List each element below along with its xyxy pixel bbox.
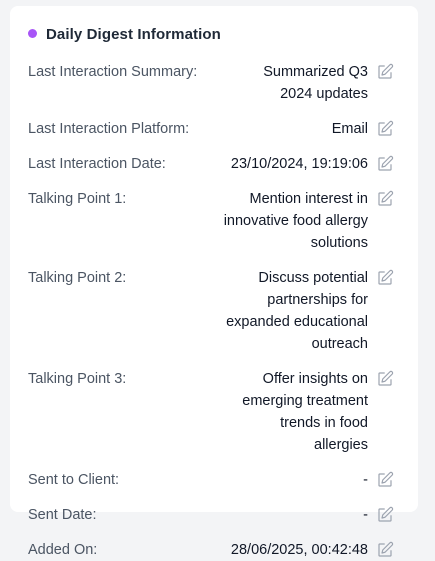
field-row-talking-point-2: Talking Point 2: Discuss potential partn… xyxy=(28,267,400,355)
status-dot xyxy=(28,28,37,38)
field-value: Mention interest in innovative food alle… xyxy=(223,191,368,251)
field-row-last-interaction-platform: Last Interaction Platform: Email xyxy=(28,118,400,140)
edit-icon[interactable] xyxy=(376,541,394,559)
field-label: Talking Point 2: xyxy=(28,270,127,286)
card-title: Daily Digest Information xyxy=(46,25,221,43)
field-value: - xyxy=(363,507,368,523)
card-header: Daily Digest Information xyxy=(28,24,400,44)
field-row-talking-point-3: Talking Point 3: Offer insights on emerg… xyxy=(28,368,400,456)
field-label: Last Interaction Platform: xyxy=(28,121,190,137)
field-label: Last Interaction Summary: xyxy=(28,64,198,80)
field-value: 28/06/2025, 00:42:48 xyxy=(230,542,368,558)
daily-digest-card: Daily Digest Information Last Interactio… xyxy=(10,6,418,558)
edit-icon[interactable] xyxy=(376,269,394,287)
field-row-added-on: Added On: 28/06/2025, 00:42:48 xyxy=(28,539,400,561)
edit-icon[interactable] xyxy=(376,155,394,173)
edit-icon[interactable] xyxy=(376,471,394,489)
field-value: - xyxy=(363,472,368,488)
field-list: Last Interaction Summary: Summarized Q3 … xyxy=(28,61,400,561)
field-label: Sent to Client: xyxy=(28,472,120,488)
edit-icon[interactable] xyxy=(376,120,394,138)
field-value: Offer insights on emerging treatment tre… xyxy=(242,371,368,453)
edit-icon[interactable] xyxy=(376,63,394,81)
edit-icon[interactable] xyxy=(376,190,394,208)
field-value: Discuss potential partnerships for expan… xyxy=(226,270,368,352)
field-label: Talking Point 3: xyxy=(28,371,127,387)
field-label: Talking Point 1: xyxy=(28,191,127,207)
field-label: Sent Date: xyxy=(28,507,97,523)
field-value: 23/10/2024, 19:19:06 xyxy=(230,156,368,172)
edit-icon[interactable] xyxy=(376,506,394,524)
field-row-sent-to-client: Sent to Client: - xyxy=(28,469,400,491)
field-value: Summarized Q3 2024 updates xyxy=(263,64,368,102)
field-row-last-interaction-date: Last Interaction Date: 23/10/2024, 19:19… xyxy=(28,153,400,175)
field-label: Last Interaction Date: xyxy=(28,156,166,172)
edit-icon[interactable] xyxy=(376,370,394,388)
field-row-talking-point-1: Talking Point 1: Mention interest in inn… xyxy=(28,188,400,254)
field-value: Email xyxy=(331,121,368,137)
field-label: Added On: xyxy=(28,542,98,558)
field-row-last-interaction-summary: Last Interaction Summary: Summarized Q3 … xyxy=(28,61,400,105)
field-row-sent-date: Sent Date: - xyxy=(28,504,400,526)
